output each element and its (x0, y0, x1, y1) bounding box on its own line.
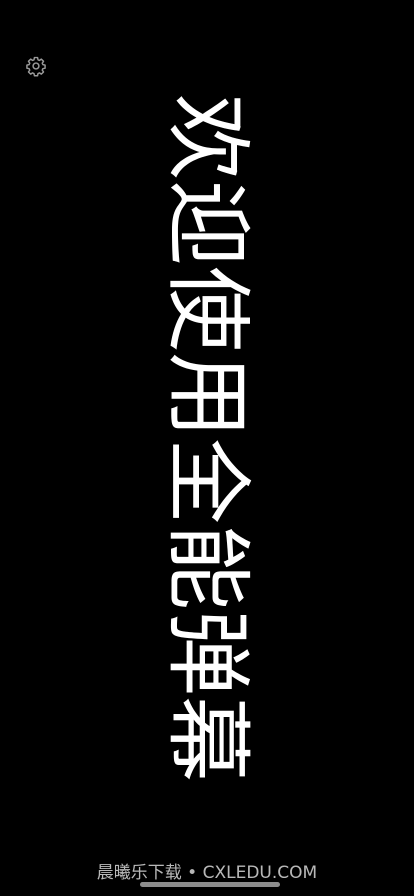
home-indicator[interactable] (140, 882, 280, 887)
danmaku-text: 欢迎使用全能弹幕 (157, 94, 257, 782)
gear-icon (25, 55, 47, 81)
danmaku-stage[interactable]: 欢迎使用全能弹幕 (0, 0, 414, 896)
watermark-text: 晨曦乐下载 • CXLEDU.COM (96, 863, 318, 883)
settings-button[interactable] (24, 56, 48, 80)
